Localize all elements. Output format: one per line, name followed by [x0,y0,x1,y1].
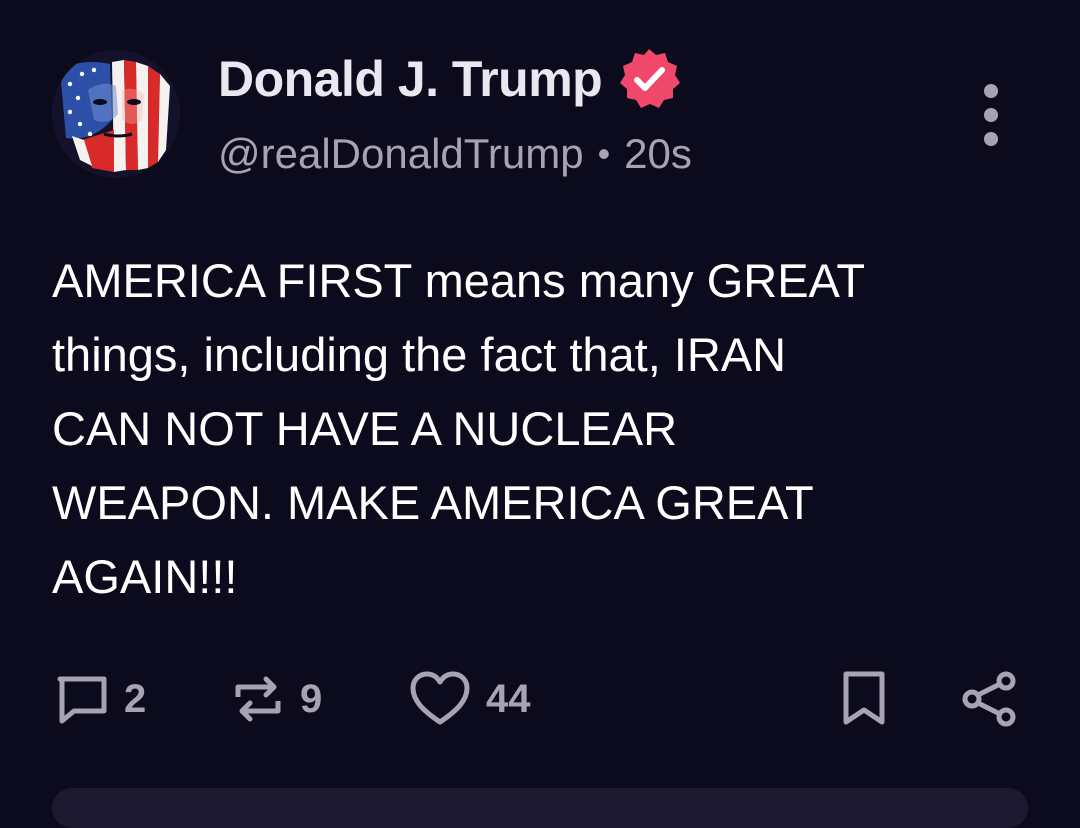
author-handle[interactable]: @realDonaldTrump [218,130,584,178]
bookmark-icon [840,670,888,728]
author-name-row: Donald J. Trump [218,44,682,114]
repost-button[interactable]: 9 [230,664,322,734]
post-timestamp[interactable]: 20s [624,130,692,178]
like-count: 44 [486,676,531,721]
avatar[interactable] [52,50,180,178]
more-vertical-icon-dot [984,84,998,98]
reply-button[interactable]: 2 [54,664,146,734]
more-vertical-icon-dot [984,132,998,146]
next-card-edge [52,788,1028,828]
meta-separator: • [597,133,611,174]
reply-icon [54,671,110,727]
more-options-button[interactable] [974,84,1008,146]
share-icon [960,669,1020,729]
bookmark-button[interactable] [840,664,888,734]
post-actions-bar: 2 9 44 [0,664,1080,734]
heart-icon [408,670,472,728]
like-button[interactable]: 44 [408,664,531,734]
reply-count: 2 [124,676,147,721]
repost-icon [230,671,286,727]
post-card: Donald J. Trump @realDonaldTrump • 20s A… [0,0,1080,828]
author-meta-row: @realDonaldTrump • 20s [218,126,692,182]
more-vertical-icon-dot [984,108,998,122]
verified-badge-icon [616,46,682,112]
avatar-image [52,50,180,178]
author-display-name[interactable]: Donald J. Trump [218,50,603,108]
repost-count: 9 [300,676,323,721]
share-button[interactable] [960,664,1020,734]
post-text: AMERICA FIRST means many GREAT things, i… [52,254,866,603]
